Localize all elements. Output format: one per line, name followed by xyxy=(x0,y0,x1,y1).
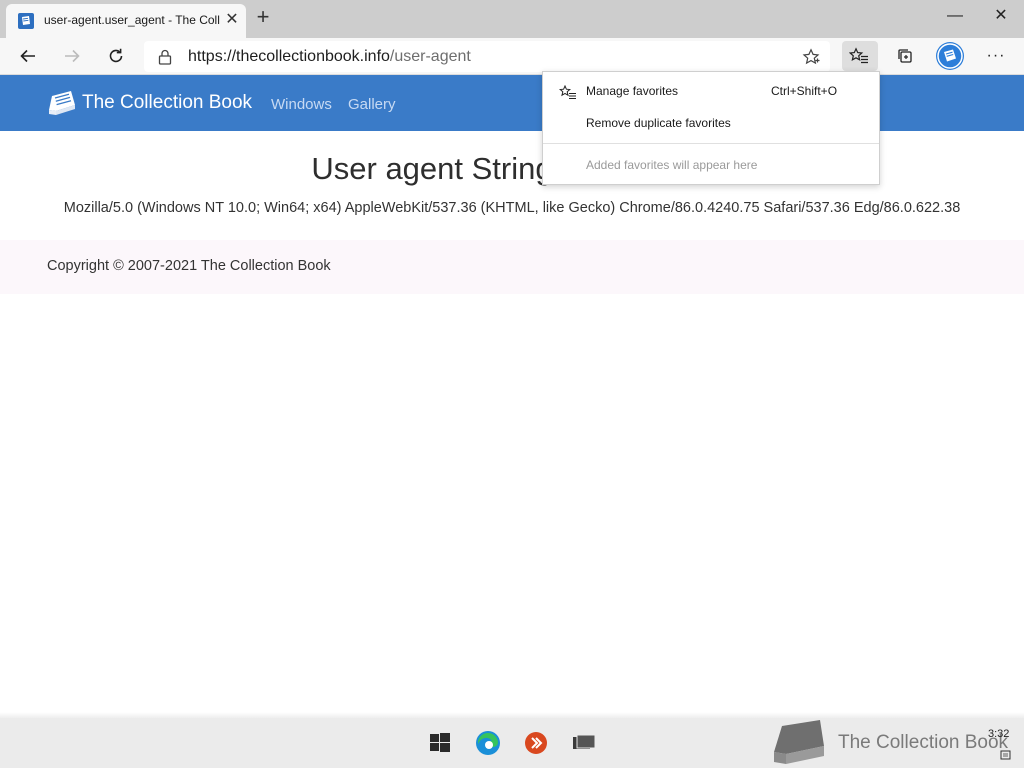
windows-start-icon[interactable] xyxy=(427,730,453,756)
favorites-icon xyxy=(849,47,868,64)
remove-duplicates-label: Remove duplicate favorites xyxy=(586,116,731,130)
edge-browser-icon[interactable] xyxy=(475,730,501,756)
browser-tab[interactable]: user-agent.user_agent - The Coll ✕ xyxy=(6,4,246,38)
manage-favorites-label: Manage favorites xyxy=(586,84,679,98)
forward-arrow-icon xyxy=(65,49,80,63)
site-favicon-icon xyxy=(18,13,34,29)
watermark-text: The Collection Book xyxy=(838,732,1009,753)
favorites-flyout: Manage favorites Ctrl+Shift+O Remove dup… xyxy=(542,71,880,185)
url-domain: https://thecollectionbook.info xyxy=(188,48,390,65)
manage-favorites-icon xyxy=(559,85,576,99)
favorites-empty-message: Added favorites will appear here xyxy=(586,158,758,172)
favorites-button[interactable] xyxy=(842,41,878,71)
browser-toolbar: https://thecollectionbook.info/user-agen… xyxy=(0,38,1024,75)
tab-title: user-agent.user_agent - The Coll xyxy=(44,13,220,27)
nav-link-windows[interactable]: Windows xyxy=(271,96,332,113)
watermark-book-icon xyxy=(774,720,824,764)
user-agent-string: Mozilla/5.0 (Windows NT 10.0; Win64; x64… xyxy=(63,200,961,216)
manage-favorites-shortcut: Ctrl+Shift+O xyxy=(771,84,838,98)
flyout-divider xyxy=(543,143,879,144)
manage-favorites-item[interactable]: Manage favorites Ctrl+Shift+O xyxy=(543,76,879,108)
url-text[interactable]: https://thecollectionbook.info/user-agen… xyxy=(188,48,471,66)
forward-button[interactable] xyxy=(56,41,88,71)
address-bar[interactable]: https://thecollectionbook.info/user-agen… xyxy=(144,41,830,72)
more-menu-button[interactable]: ··· xyxy=(980,41,1012,71)
back-button[interactable] xyxy=(12,41,44,71)
url-path: /user-agent xyxy=(389,48,471,65)
tab-strip: user-agent.user_agent - The Coll ✕ + — ✕ xyxy=(0,0,1024,38)
remove-duplicates-item[interactable]: Remove duplicate favorites xyxy=(543,108,879,140)
lock-icon[interactable] xyxy=(158,49,172,65)
screen: user-agent.user_agent - The Coll ✕ + — ✕ xyxy=(0,0,1024,768)
minimize-button[interactable]: — xyxy=(932,0,978,32)
close-window-button[interactable]: ✕ xyxy=(978,0,1024,32)
brand-name[interactable]: The Collection Book xyxy=(82,92,252,114)
task-view-icon[interactable] xyxy=(571,730,597,756)
profile-avatar[interactable] xyxy=(936,42,964,70)
tab-close-icon[interactable]: ✕ xyxy=(222,10,242,30)
nav-link-gallery[interactable]: Gallery xyxy=(348,96,396,113)
collections-icon xyxy=(898,49,912,63)
site-footer: Copyright © 2007-2021 The Collection Boo… xyxy=(0,240,1024,294)
refresh-button[interactable] xyxy=(100,41,132,71)
add-favorite-star-icon[interactable] xyxy=(802,48,820,66)
notification-icon[interactable] xyxy=(1000,750,1012,762)
taskbar: The Collection Book 3:32 xyxy=(0,718,1024,768)
refresh-icon xyxy=(109,48,123,63)
back-arrow-icon xyxy=(20,49,35,63)
new-tab-button[interactable]: + xyxy=(252,6,274,29)
copyright-text: Copyright © 2007-2021 The Collection Boo… xyxy=(47,258,331,274)
remote-app-icon[interactable] xyxy=(523,730,549,756)
taskbar-clock[interactable]: 3:32 xyxy=(988,728,1009,740)
collections-button[interactable] xyxy=(889,41,921,71)
profile-book-icon xyxy=(937,43,963,69)
book-logo-icon[interactable] xyxy=(46,87,78,119)
